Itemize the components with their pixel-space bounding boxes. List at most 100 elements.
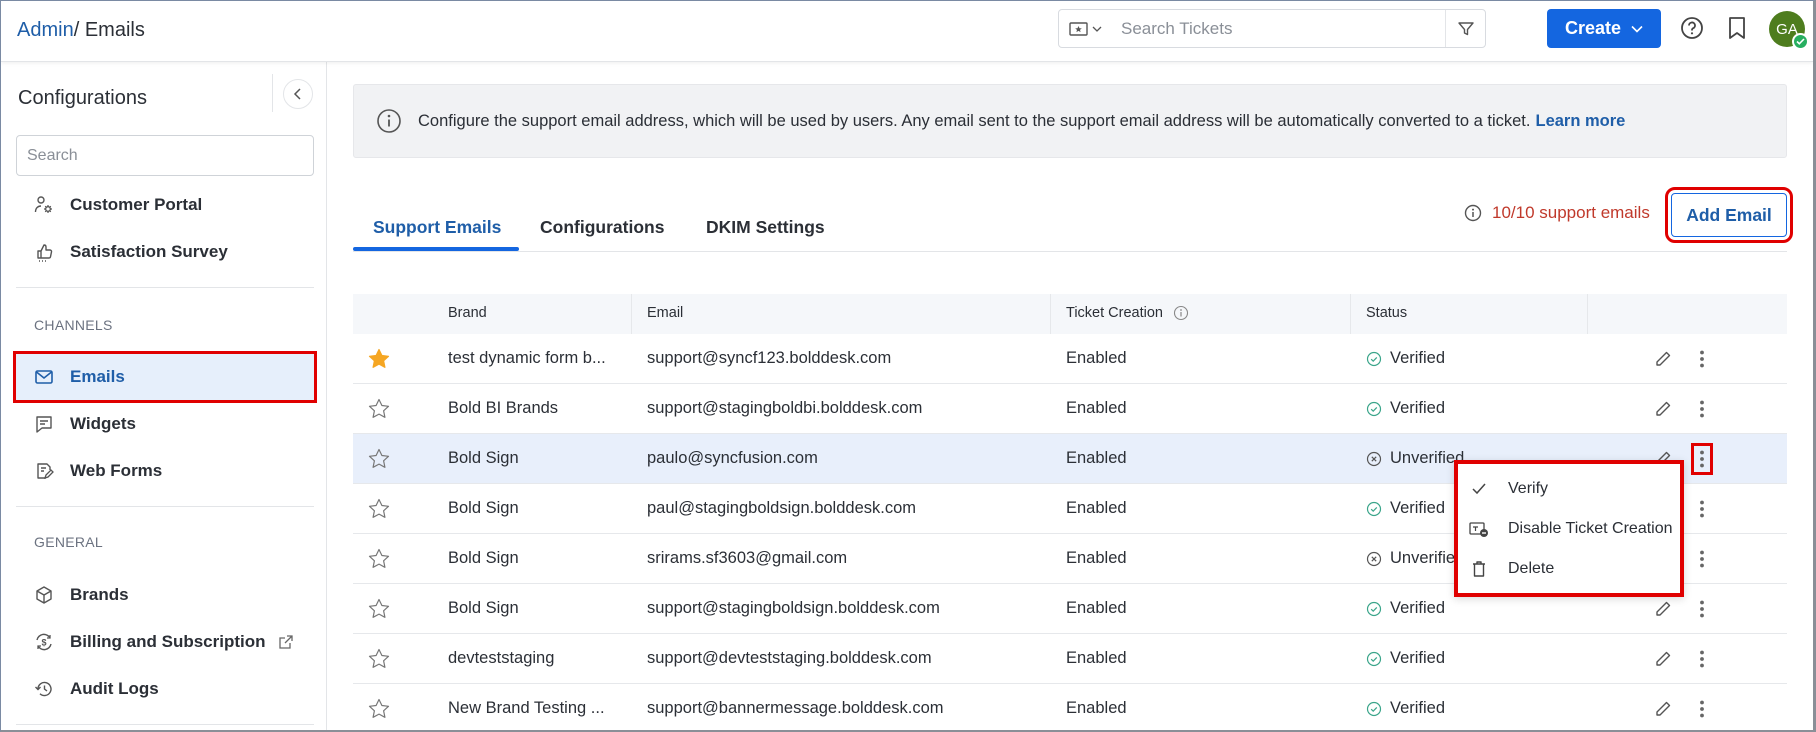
star-outline-icon[interactable] — [367, 447, 391, 471]
brand-cell: Bold BI Brands — [448, 399, 559, 417]
info-icon[interactable] — [1173, 305, 1189, 321]
email-cell: support@stagingboldsign.bolddesk.com — [647, 599, 940, 617]
create-label: Create — [1564, 18, 1622, 38]
check-icon — [1468, 482, 1490, 496]
more-actions-button[interactable] — [1694, 646, 1710, 672]
more-actions-button[interactable] — [1691, 443, 1713, 475]
bookmark-icon — [1729, 17, 1745, 39]
sidebar-item-audit-logs[interactable]: Audit Logs — [16, 666, 314, 712]
sidebar-item-widgets[interactable]: Widgets — [16, 401, 314, 447]
more-actions-button[interactable] — [1694, 696, 1710, 722]
status-cell: Verified — [1366, 699, 1445, 718]
more-actions-button[interactable] — [1694, 396, 1710, 422]
more-actions-button[interactable] — [1694, 346, 1710, 372]
edit-button[interactable] — [1653, 649, 1673, 669]
unverified-icon — [1366, 451, 1382, 466]
user-gear-icon — [34, 195, 54, 215]
verified-icon — [1366, 701, 1382, 716]
create-button[interactable]: Create — [1547, 9, 1661, 48]
more-actions-button[interactable] — [1694, 596, 1710, 622]
menu-item-disable-ticket-creation[interactable]: Disable Ticket Creation — [1458, 509, 1680, 549]
brand-cell: New Brand Testing ... — [448, 699, 605, 717]
search-tickets-input[interactable] — [1121, 16, 1411, 42]
status-label: Verified — [1390, 599, 1446, 617]
star-outline-icon[interactable] — [367, 697, 391, 721]
star-filled-icon[interactable] — [367, 347, 391, 371]
ticket-type-dropdown[interactable] — [1069, 20, 1105, 38]
menu-item-label: Disable Ticket Creation — [1508, 520, 1673, 537]
sidebar-item-label: Satisfaction Survey — [70, 242, 228, 261]
breadcrumb-admin-link[interactable]: Admin — [17, 19, 74, 41]
verified-icon — [1366, 501, 1382, 516]
brand-cell: Bold Sign — [448, 549, 519, 567]
tab-support-emails[interactable]: Support Emails — [373, 217, 501, 238]
table-row[interactable]: test dynamic form b... support@syncf123.… — [353, 334, 1787, 384]
ticket-creation-cell: Enabled — [1066, 649, 1127, 667]
sidebar-item-customer-portal[interactable]: Customer Portal — [16, 182, 314, 228]
edit-button[interactable] — [1653, 699, 1673, 719]
sidebar-divider — [16, 724, 314, 725]
column-header-email[interactable]: Email — [647, 305, 683, 321]
tab-dkim-settings[interactable]: DKIM Settings — [706, 217, 825, 238]
star-outline-icon[interactable] — [367, 647, 391, 671]
table-row[interactable]: New Brand Testing ... support@bannermess… — [353, 684, 1787, 730]
breadcrumb-current: Emails — [84, 19, 145, 41]
ticket-creation-cell: Enabled — [1066, 399, 1127, 417]
info-banner: Configure the support email address, whi… — [353, 84, 1787, 158]
sidebar-item-web-forms[interactable]: Web Forms — [16, 448, 314, 494]
cube-icon — [34, 585, 54, 605]
edit-button[interactable] — [1653, 399, 1673, 419]
sidebar-item-billing-and-subscription[interactable]: $ Billing and Subscription — [16, 619, 314, 665]
table-row[interactable]: Bold BI Brands support@stagingboldbi.bol… — [353, 384, 1787, 434]
column-header-ticket-creation[interactable]: Ticket Creation — [1066, 305, 1189, 321]
status-cell: Verified — [1366, 599, 1445, 618]
ticket-icon — [1069, 22, 1102, 36]
collapse-sidebar-button[interactable] — [283, 79, 313, 109]
more-actions-button[interactable] — [1694, 546, 1710, 572]
kebab-menu-icon — [1700, 700, 1704, 718]
help-button[interactable] — [1679, 15, 1705, 41]
sidebar-item-brands[interactable]: Brands — [16, 572, 314, 618]
sidebar-item-label: Billing and Subscription — [70, 632, 266, 651]
kebab-menu-icon — [1700, 500, 1704, 518]
history-icon — [34, 679, 54, 699]
chevron-left-icon — [293, 88, 301, 100]
sidebar-search-input[interactable] — [16, 135, 314, 176]
menu-item-delete[interactable]: Delete — [1458, 549, 1680, 589]
learn-more-link[interactable]: Learn more — [1535, 112, 1625, 131]
sidebar-item-emails[interactable]: Emails — [13, 351, 317, 403]
sidebar-item-label: Customer Portal — [70, 195, 203, 214]
brand-cell: test dynamic form b... — [448, 349, 606, 367]
table-row[interactable]: devteststaging support@devteststaging.bo… — [353, 634, 1787, 684]
billing-icon: $ — [34, 632, 54, 652]
sidebar-divider — [16, 506, 314, 507]
menu-item-label: Delete — [1508, 560, 1555, 577]
filter-icon — [1457, 21, 1474, 35]
column-header-ticket-creation-label: Ticket Creation — [1066, 305, 1163, 321]
kebab-menu-icon — [1700, 450, 1704, 468]
column-header-brand[interactable]: Brand — [448, 305, 487, 321]
user-avatar[interactable]: GA — [1769, 11, 1809, 50]
sidebar-title-divider — [272, 74, 273, 112]
star-outline-icon[interactable] — [367, 597, 391, 621]
column-header-status[interactable]: Status — [1366, 305, 1407, 321]
status-cell: Verified — [1366, 349, 1445, 368]
more-actions-button[interactable] — [1694, 496, 1710, 522]
unverified-icon — [1366, 551, 1382, 566]
star-outline-icon[interactable] — [367, 497, 391, 521]
filter-button[interactable] — [1445, 10, 1485, 47]
verified-icon — [1366, 351, 1382, 366]
sidebar-item-satisfaction-survey[interactable]: Satisfaction Survey — [16, 229, 314, 275]
star-outline-icon[interactable] — [367, 547, 391, 571]
ticket-creation-cell: Enabled — [1066, 349, 1127, 367]
tab-configurations[interactable]: Configurations — [540, 217, 664, 238]
status-label: Verified — [1390, 649, 1446, 667]
brand-cell: Bold Sign — [448, 599, 519, 617]
menu-item-verify[interactable]: Verify — [1458, 469, 1680, 509]
edit-button[interactable] — [1653, 599, 1673, 619]
add-email-button[interactable]: Add Email — [1665, 187, 1793, 243]
star-outline-icon[interactable] — [367, 397, 391, 421]
bookmark-button[interactable] — [1724, 15, 1750, 41]
pencil-icon — [1656, 401, 1671, 416]
edit-button[interactable] — [1653, 349, 1673, 369]
